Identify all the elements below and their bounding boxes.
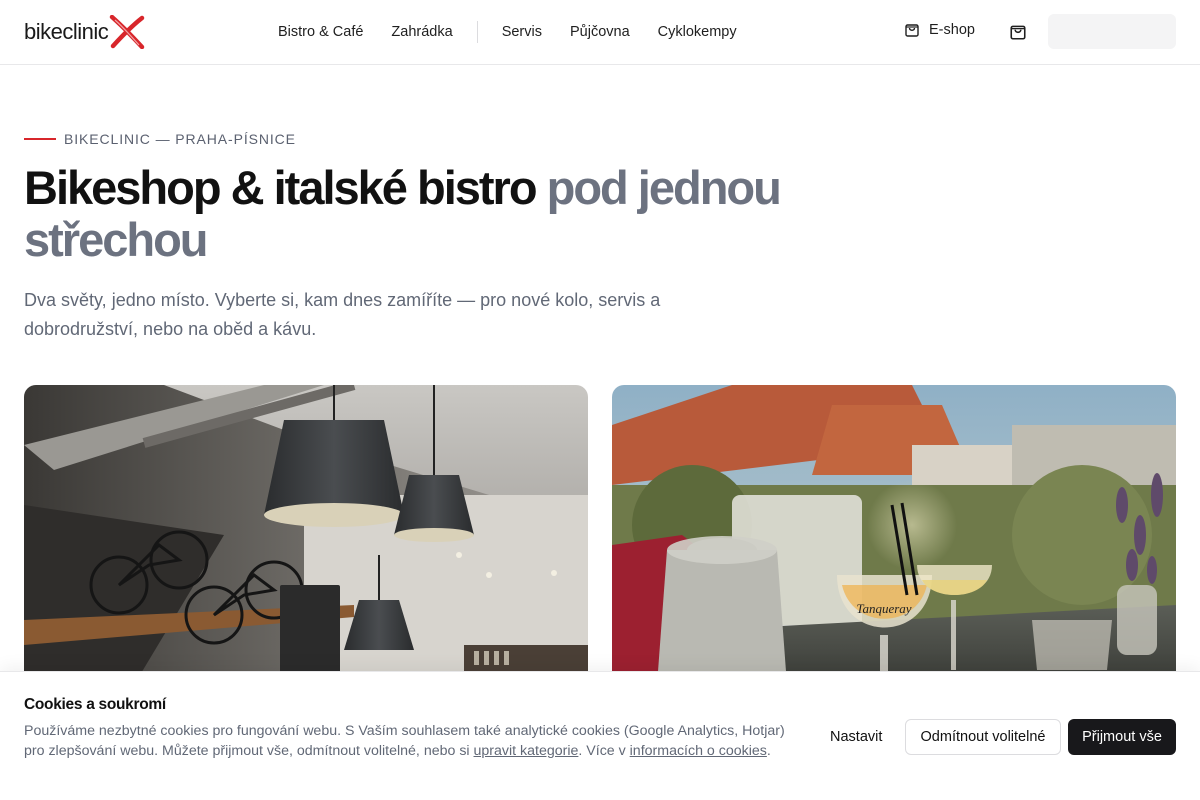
- nav-zahradka[interactable]: Zahrádka: [377, 24, 466, 40]
- hero-eyebrow: BIKECLINIC — PRAHA-PÍSNICE: [24, 130, 296, 148]
- cookie-text-part-3: .: [766, 743, 771, 759]
- nav-servis[interactable]: Servis: [488, 24, 556, 40]
- cookie-accept-button[interactable]: Přijmout vše: [1068, 719, 1176, 755]
- eyebrow-accent-line: [24, 138, 56, 140]
- nav-cyklokempy[interactable]: Cyklokempy: [644, 24, 751, 40]
- hero-lead: Dva světy, jedno místo. Vyberte si, kam …: [24, 290, 661, 339]
- main-nav: Bistro & Café Zahrádka Servis Půjčovna C…: [264, 0, 751, 64]
- cookie-text-part-2: . Více v: [578, 743, 630, 759]
- bikeshop-card[interactable]: [24, 385, 588, 685]
- nav-bistro-cafe[interactable]: Bistro & Café: [264, 24, 377, 40]
- bikeshop-interior-photo: [24, 385, 588, 685]
- headline-main: Bikeshop & italské bistro: [24, 161, 538, 214]
- cookie-categories-link[interactable]: upravit kategorie: [474, 743, 579, 759]
- x-mark-icon: [110, 15, 145, 49]
- cookie-info-link[interactable]: informacích o cookies: [630, 743, 767, 759]
- shopping-bag-icon: [905, 24, 919, 37]
- header-action-button[interactable]: [1048, 14, 1176, 49]
- nav-divider: [476, 21, 478, 43]
- bistro-terrace-drinks-photo: Tanqueray: [612, 385, 1176, 685]
- cart-icon[interactable]: [1009, 23, 1027, 41]
- eyebrow-text: BIKECLINIC — PRAHA-PÍSNICE: [64, 131, 296, 147]
- cookie-title: Cookies a soukromí: [24, 696, 166, 713]
- cookie-reject-button[interactable]: Odmítnout volitelné: [905, 719, 1061, 755]
- site-header: bikeclinic Bistro & Café Zahrádka Servis…: [0, 0, 1200, 65]
- logo-text: bikeclinic: [24, 19, 109, 44]
- cookie-text: Používáme nezbytné cookies pro fungování…: [24, 721, 804, 761]
- logo[interactable]: bikeclinic: [24, 14, 145, 50]
- bistro-card[interactable]: Tanqueray: [612, 385, 1176, 685]
- cookie-banner: Cookies a soukromí Používáme nezbytné co…: [0, 671, 1200, 800]
- hero-headline: Bikeshop & italské bistro pod jednou stř…: [24, 162, 824, 266]
- glass-label-text: Tanqueray: [856, 601, 911, 616]
- eshop-label: E-shop: [929, 22, 975, 38]
- eshop-link[interactable]: E-shop: [904, 22, 975, 38]
- nav-pujcovna[interactable]: Půjčovna: [556, 24, 644, 40]
- cookie-settings-button[interactable]: Nastavit: [816, 719, 896, 755]
